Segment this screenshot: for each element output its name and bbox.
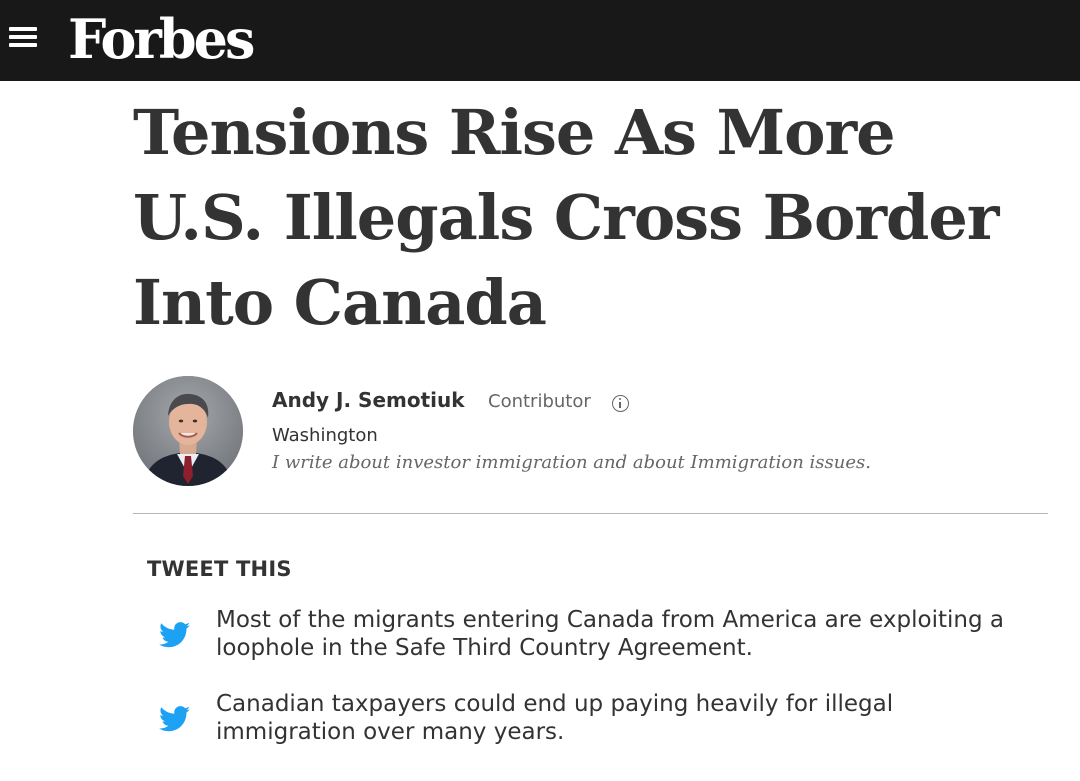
author-avatar[interactable] — [133, 376, 243, 486]
twitter-bird-icon — [159, 706, 191, 732]
author-name[interactable]: Andy J. Semotiuk — [272, 388, 465, 412]
article-headline: Tensions Rise As More U.S. Illegals Cros… — [133, 96, 999, 339]
tweet-quote-text: Canadian taxpayers could end up paying h… — [216, 691, 894, 745]
info-icon[interactable] — [612, 395, 629, 412]
twitter-bird-icon — [159, 622, 191, 648]
tweet-this-heading: TWEET THIS — [147, 557, 292, 581]
author-location: Washington — [272, 425, 378, 446]
section-divider — [133, 513, 1048, 514]
author-role: Contributor — [488, 391, 591, 412]
tweet-quote-text: Most of the migrants entering Canada fro… — [216, 607, 1004, 661]
author-bio: I write about investor immigration and a… — [272, 452, 871, 473]
forbes-logo[interactable]: Forbes — [68, 0, 255, 81]
hamburger-menu-icon[interactable] — [9, 27, 37, 47]
author-photo-icon — [133, 376, 243, 486]
top-navigation-bar: Forbes — [0, 0, 1080, 81]
